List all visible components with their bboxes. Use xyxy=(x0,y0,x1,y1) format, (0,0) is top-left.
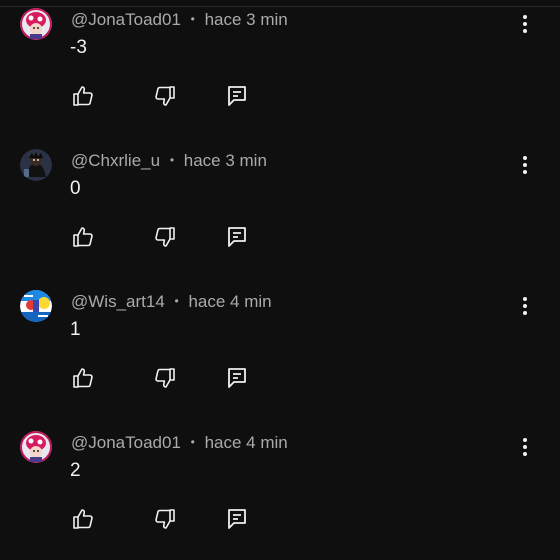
comment-item: @JonaToad01 • hace 4 min 2 xyxy=(0,423,560,560)
avatar[interactable] xyxy=(20,8,52,40)
reply-comment-icon[interactable] xyxy=(225,507,249,531)
thumb-down-icon[interactable] xyxy=(153,507,177,531)
comment-author[interactable]: @Wis_art14 xyxy=(71,292,165,311)
comment-meta: @Chxrlie_u • hace 3 min xyxy=(71,150,267,171)
thumb-up-icon[interactable] xyxy=(71,84,95,108)
comment-meta: @JonaToad01 • hace 3 min xyxy=(71,9,288,30)
comment-time[interactable]: hace 4 min xyxy=(205,433,288,452)
comment-item: @Wis_art14 • hace 4 min 1 xyxy=(0,282,560,423)
comment-author[interactable]: @JonaToad01 xyxy=(71,10,181,29)
comment-time[interactable]: hace 3 min xyxy=(184,151,267,170)
more-vertical-icon[interactable] xyxy=(514,435,536,459)
thumb-down-icon[interactable] xyxy=(153,366,177,390)
thumb-up-icon[interactable] xyxy=(71,507,95,531)
reply-comment-icon[interactable] xyxy=(225,225,249,249)
comment-text: 1 xyxy=(70,319,81,340)
meta-separator: • xyxy=(174,294,179,308)
comment-time[interactable]: hace 4 min xyxy=(188,292,271,311)
meta-separator: • xyxy=(190,12,195,26)
more-vertical-icon[interactable] xyxy=(514,12,536,36)
comments-page: @JonaToad01 • hace 3 min -3 @Chxrlie_u •… xyxy=(0,0,560,560)
comment-meta: @JonaToad01 • hace 4 min xyxy=(71,432,288,453)
thumb-down-icon[interactable] xyxy=(153,225,177,249)
thumb-up-icon[interactable] xyxy=(71,225,95,249)
comment-author[interactable]: @JonaToad01 xyxy=(71,433,181,452)
comment-item: @Chxrlie_u • hace 3 min 0 xyxy=(0,141,560,282)
meta-separator: • xyxy=(169,153,175,167)
more-vertical-icon[interactable] xyxy=(514,153,536,177)
more-vertical-icon[interactable] xyxy=(514,294,536,318)
avatar[interactable] xyxy=(20,431,52,463)
avatar[interactable] xyxy=(20,290,52,322)
reply-comment-icon[interactable] xyxy=(225,84,249,108)
comment-meta: @Wis_art14 • hace 4 min xyxy=(71,291,272,312)
comment-author[interactable]: @Chxrlie_u xyxy=(71,151,160,170)
comment-text: -3 xyxy=(70,37,87,58)
comment-text: 0 xyxy=(70,178,81,199)
thumb-down-icon[interactable] xyxy=(153,84,177,108)
reply-comment-icon[interactable] xyxy=(225,366,249,390)
comment-item: @JonaToad01 • hace 3 min -3 xyxy=(0,0,560,141)
thumb-up-icon[interactable] xyxy=(71,366,95,390)
meta-separator: • xyxy=(190,435,195,449)
avatar[interactable] xyxy=(20,149,52,181)
comment-time[interactable]: hace 3 min xyxy=(205,10,288,29)
comment-text: 2 xyxy=(70,460,81,481)
